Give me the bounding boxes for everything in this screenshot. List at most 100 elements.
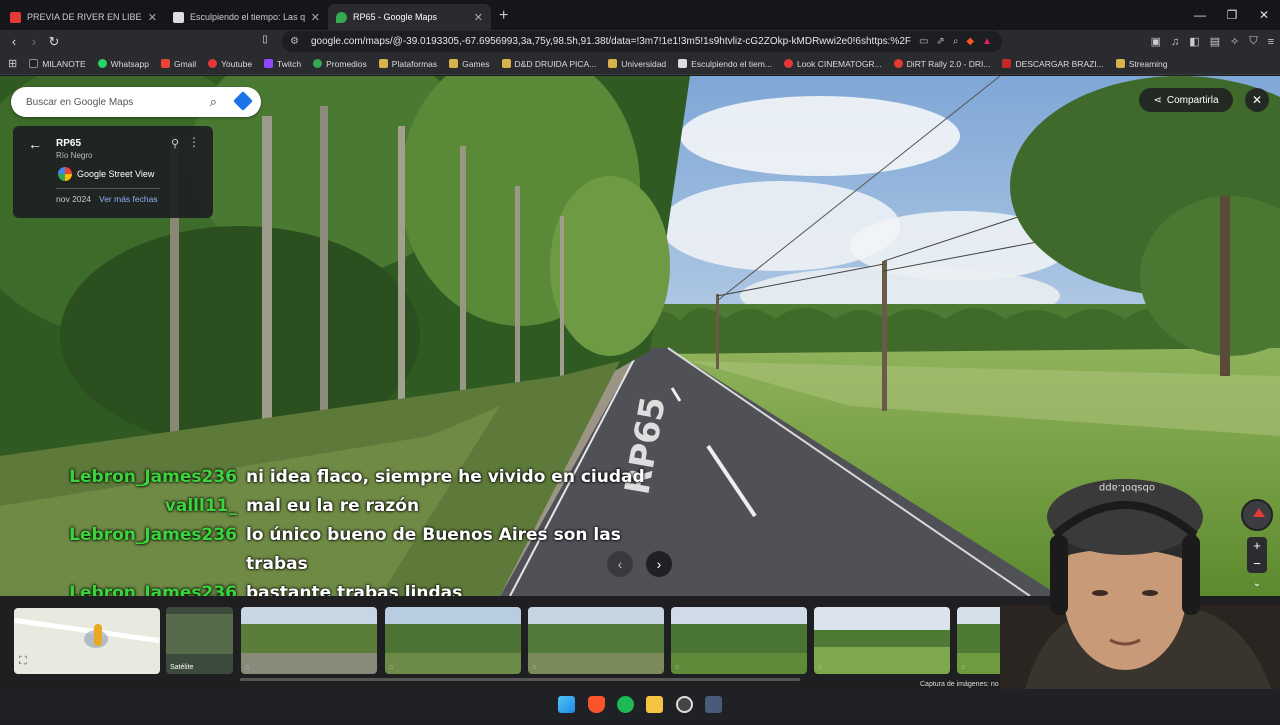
share-icon[interactable]: ⇗ xyxy=(936,36,944,47)
bookmark-dirt[interactable]: DiRT Rally 2.0 - DRI... xyxy=(888,59,997,69)
bookmark-gmail[interactable]: Gmail xyxy=(155,59,202,69)
divider xyxy=(56,188,160,189)
close-icon[interactable]: ✕ xyxy=(311,11,320,24)
bookmark-youtube[interactable]: Youtube xyxy=(202,59,258,69)
share-button[interactable]: ⋖ Compartirla xyxy=(1139,88,1233,112)
media-icon[interactable]: ♫ xyxy=(1171,36,1179,48)
thumb-ground xyxy=(814,647,950,674)
apps-icon[interactable]: ⊞ xyxy=(8,57,17,70)
brave-shield-icon[interactable]: ◆ xyxy=(966,36,974,47)
chat-text: lo único bueno de Buenos Aires son las xyxy=(246,525,621,545)
chat-username: valll11_ xyxy=(164,496,237,516)
location-pin-icon[interactable]: ⚲ xyxy=(171,137,179,150)
forward-icon[interactable]: › xyxy=(24,34,44,49)
photo-thumbnail[interactable]: ◌ xyxy=(385,607,521,674)
photo-thumbnail[interactable]: ◌ xyxy=(528,607,664,674)
search-input[interactable]: Buscar en Google Maps xyxy=(26,97,133,108)
bookmark-games[interactable]: Games xyxy=(443,59,495,69)
navigation-bar: ‹ › ↻ ▯ ⚙ google.com/maps/@-39.0193305,-… xyxy=(0,30,1280,53)
site-info-icon[interactable]: ⚙ xyxy=(290,36,299,47)
chat-message: trabas xyxy=(0,550,620,579)
bookmark-promedios[interactable]: Promedios xyxy=(307,59,373,69)
bookmark-milanote[interactable]: MILANOTE xyxy=(23,59,91,69)
leo-icon[interactable]: ✧ xyxy=(1230,35,1239,48)
promedios-icon xyxy=(313,59,323,68)
bookmark-universidad[interactable]: Universidad xyxy=(602,59,672,69)
bookmark-label: Twitch xyxy=(277,58,302,69)
cast-icon[interactable]: ▭ xyxy=(919,36,928,47)
back-icon[interactable]: ‹ xyxy=(4,34,24,49)
new-tab-button[interactable]: + xyxy=(499,7,508,25)
bookmark-icon[interactable]: ▯ xyxy=(255,34,275,45)
address-bar[interactable]: ⚙ google.com/maps/@-39.0193305,-67.69569… xyxy=(282,31,1002,52)
back-arrow-icon[interactable]: ← xyxy=(28,136,42,152)
youtube-icon xyxy=(208,59,218,68)
reload-icon[interactable]: ↻ xyxy=(44,34,64,50)
toolbar-right: ▣ ♫ ◧ ▤ ✧ ⛉ ≡ xyxy=(1151,30,1274,53)
bookmark-look[interactable]: Look CINEMATOGR... xyxy=(778,59,888,69)
vpn-icon[interactable]: ⛉ xyxy=(1249,35,1257,48)
next-arrow-button[interactable]: › xyxy=(646,551,672,577)
webcam-overlay: obsbot.app xyxy=(1000,455,1280,720)
satellite-thumbnail[interactable]: Satélite xyxy=(166,607,233,674)
bookmark-dnd[interactable]: D&D DRUIDA PICA... xyxy=(496,59,603,69)
obs-icon[interactable] xyxy=(676,696,693,713)
photo-thumbnail[interactable]: ◌ xyxy=(814,607,950,674)
bookmark-esculpiendo[interactable]: Esculpiendo el tiem... xyxy=(672,59,778,69)
more-options-icon[interactable]: ⋮ xyxy=(188,135,200,149)
capture-note: Captura de imágenes: no xyxy=(920,681,999,688)
pegman-icon[interactable] xyxy=(94,624,102,646)
folder-icon xyxy=(1115,59,1125,68)
more-dates-link[interactable]: Ver más fechas xyxy=(99,194,158,204)
app-window-icon[interactable] xyxy=(705,696,722,713)
folder-icon xyxy=(608,59,618,68)
maps-search-box[interactable]: Buscar en Google Maps ⌕ xyxy=(11,87,261,117)
maximize-icon[interactable]: ❐ xyxy=(1216,0,1248,30)
360-icon: ◌ xyxy=(245,664,250,671)
fullscreen-icon[interactable]: ⛶ xyxy=(19,655,33,669)
thumb-trees xyxy=(385,623,521,654)
sidebar-icon[interactable]: ◧ xyxy=(1189,35,1199,48)
capture-date: nov 2024 xyxy=(56,194,91,204)
tab-google-maps[interactable]: RP65 - Google Maps ✕ xyxy=(328,4,491,30)
close-window-icon[interactable]: ✕ xyxy=(1248,0,1280,30)
bookmark-twitch[interactable]: Twitch xyxy=(258,59,307,69)
360-icon: ◌ xyxy=(961,664,966,671)
satellite-texture xyxy=(166,613,233,654)
photo-thumbnail[interactable]: ◌ xyxy=(671,607,807,674)
folder-icon xyxy=(378,59,388,68)
filmstrip-scrollbar[interactable] xyxy=(240,678,800,681)
directions-icon[interactable] xyxy=(233,91,253,111)
tab-river[interactable]: PREVIA DE RIVER EN LIBERTADORES ✕ xyxy=(2,4,165,30)
minimap[interactable]: ⛶ xyxy=(14,608,160,674)
bookmark-whatsapp[interactable]: Whatsapp xyxy=(92,59,155,69)
bookmark-label: Gmail xyxy=(173,58,197,69)
bookmark-plataformas[interactable]: Plataformas xyxy=(373,59,443,69)
zoom-icon[interactable]: ⌕ xyxy=(953,36,959,47)
close-icon[interactable]: ✕ xyxy=(474,11,483,24)
close-icon[interactable]: ✕ xyxy=(148,11,157,24)
bookmark-streaming[interactable]: Streaming xyxy=(1110,59,1174,69)
bookmark-label: DiRT Rally 2.0 - DRI... xyxy=(906,58,991,69)
spotify-icon[interactable] xyxy=(617,696,634,713)
rewards-icon[interactable]: ▲ xyxy=(982,36,992,47)
brave-icon[interactable] xyxy=(588,696,605,713)
whatsapp-icon xyxy=(97,59,107,68)
folder-icon xyxy=(449,59,459,68)
file-explorer-icon[interactable] xyxy=(646,696,663,713)
share-icon: ⋖ xyxy=(1153,94,1162,106)
wallet-icon[interactable]: ▤ xyxy=(1210,35,1220,48)
mega-icon xyxy=(1002,59,1012,68)
youtube-icon xyxy=(783,59,793,68)
url-text: google.com/maps/@-39.0193305,-67.6956993… xyxy=(310,36,911,47)
windows-start-icon[interactable] xyxy=(558,696,575,713)
close-street-view-button[interactable]: ✕ xyxy=(1245,88,1269,112)
screenshot-icon[interactable]: ▣ xyxy=(1151,35,1161,48)
minimize-icon[interactable]: — xyxy=(1184,0,1216,30)
menu-icon[interactable]: ≡ xyxy=(1268,36,1274,48)
photo-thumbnail[interactable]: ◌ xyxy=(241,607,377,674)
bookmark-descargar[interactable]: DESCARGAR BRAZI... xyxy=(996,59,1109,69)
twitch-icon xyxy=(264,59,274,68)
search-icon[interactable]: ⌕ xyxy=(210,94,217,110)
tab-esculpiendo[interactable]: Esculpiendo el tiempo: Las quince m ✕ xyxy=(165,4,328,30)
